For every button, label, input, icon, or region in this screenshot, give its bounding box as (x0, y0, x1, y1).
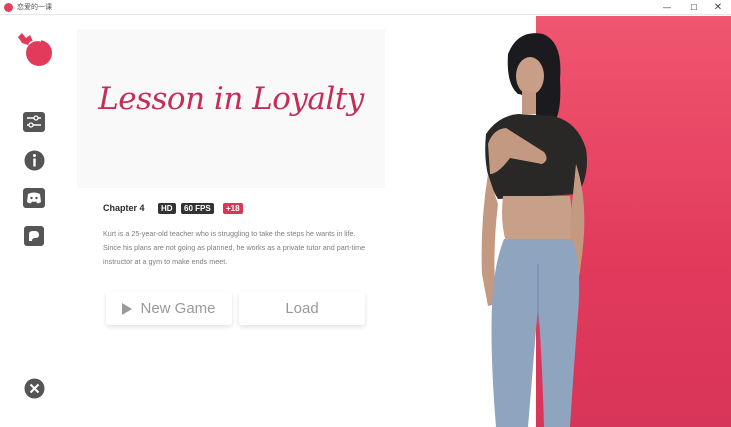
chapter-label: Chapter 4 (103, 203, 145, 213)
close-icon (24, 378, 44, 398)
load-label: Load (285, 300, 319, 317)
play-icon (122, 302, 133, 315)
discord-icon (23, 188, 45, 208)
minimize-button[interactable]: — (654, 0, 680, 15)
settings-sliders-icon (23, 112, 45, 132)
discord-button[interactable] (23, 187, 45, 209)
info-icon (24, 150, 44, 170)
load-button[interactable]: Load (239, 292, 365, 325)
exit-button[interactable] (23, 377, 45, 399)
game-title-card: Lesson in Loyalty (77, 29, 385, 188)
patreon-button[interactable] (23, 225, 45, 247)
studio-logo-icon (14, 29, 54, 69)
info-button[interactable] (23, 149, 45, 171)
app-icon (4, 3, 13, 12)
character-illustration (481, 33, 587, 427)
patreon-icon (24, 226, 44, 246)
window-title: 恋爱的一课 (17, 3, 52, 11)
new-game-button[interactable]: New Game (106, 292, 232, 325)
window-titlebar: 恋爱的一课 — ☐ ✕ (0, 0, 731, 15)
game-description: Kurt is a 25-year-old teacher who is str… (103, 229, 366, 266)
game-title: Lesson in Loyalty (98, 81, 364, 117)
maximize-button[interactable]: ☐ (681, 0, 707, 15)
new-game-label: New Game (140, 300, 216, 317)
hd-badge: HD (158, 203, 176, 214)
fps-badge: 60 FPS (181, 203, 214, 214)
window-close-button[interactable]: ✕ (705, 0, 731, 15)
age-rating-badge: +18 (223, 203, 243, 214)
settings-button[interactable] (23, 111, 45, 133)
